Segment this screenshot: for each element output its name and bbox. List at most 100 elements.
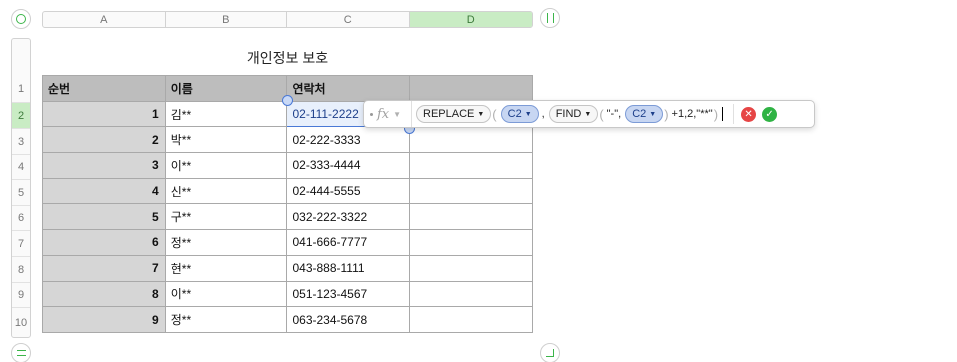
cell-reference-token[interactable]: C2 ▼ — [500, 105, 539, 123]
cell-d[interactable] — [409, 203, 533, 231]
cell-d[interactable] — [409, 152, 533, 179]
cell-contact[interactable]: 02-333-4444 — [286, 152, 411, 179]
dropdown-triangle-icon: ▼ — [649, 110, 657, 118]
cell-name[interactable]: 박** — [164, 126, 288, 154]
function-name: REPLACE — [423, 108, 475, 120]
row-header-3[interactable]: 3 — [12, 128, 30, 154]
row-header-5[interactable]: 5 — [12, 179, 30, 205]
paren-open-icon: ( — [492, 106, 497, 122]
selection-handle-top[interactable] — [282, 95, 293, 106]
text-cursor — [722, 107, 724, 121]
column-header-d[interactable]: D — [409, 12, 532, 27]
column-header-c[interactable]: C — [287, 12, 410, 27]
cell-name[interactable]: 김** — [164, 100, 288, 128]
string-argument: "-", — [606, 108, 622, 120]
add-row-handle[interactable] — [11, 343, 31, 362]
formula-separator: , — [541, 108, 545, 120]
paren-close-icon: ) — [713, 106, 719, 122]
row-header-4[interactable]: 4 — [12, 154, 30, 179]
table-row: 9 정** 063-234-5678 — [42, 306, 533, 333]
row-header-7[interactable]: 7 — [12, 230, 30, 256]
row-header-2[interactable]: 2 — [12, 102, 30, 128]
function-name: FIND — [555, 108, 582, 120]
row-header-9[interactable]: 9 — [12, 282, 30, 307]
table-row: 3 이** 02-333-4444 — [42, 152, 533, 179]
cell-number[interactable]: 9 — [42, 306, 166, 333]
header-cell-contact[interactable]: 연락처 — [286, 75, 411, 102]
dropdown-triangle-icon: ▼ — [584, 110, 592, 118]
cell-d[interactable] — [409, 126, 533, 154]
function-token-replace[interactable]: REPLACE ▼ — [416, 105, 492, 123]
spreadsheet-canvas: A B C D 1 2 3 4 5 6 7 8 9 10 개인정보 보호 순번 … — [0, 0, 957, 362]
chevron-down-icon: ▼ — [393, 109, 402, 119]
cell-d[interactable] — [409, 229, 533, 256]
header-cell-number[interactable]: 순번 — [42, 75, 166, 102]
function-token-find[interactable]: FIND ▼ — [548, 105, 599, 123]
cell-number[interactable]: 4 — [42, 177, 166, 205]
cell-name[interactable]: 이** — [164, 280, 288, 308]
table-row: 2 박** 02-222-3333 — [42, 126, 533, 154]
cell-contact[interactable]: 02-444-5555 — [286, 177, 411, 205]
table-row: 4 신** 02-444-5555 — [42, 177, 533, 205]
dropdown-triangle-icon: ▼ — [524, 110, 532, 118]
paren-open-icon: ( — [599, 106, 604, 122]
fx-icon: fx — [377, 106, 390, 122]
header-cell-name[interactable]: 이름 — [164, 75, 288, 102]
reference-label: C2 — [507, 108, 522, 120]
table-title[interactable]: 개인정보 보호 — [42, 48, 533, 68]
cell-name[interactable]: 정** — [164, 306, 288, 333]
cell-name[interactable]: 구** — [164, 203, 288, 231]
cell-number[interactable]: 1 — [42, 100, 166, 128]
reference-label: C2 — [632, 108, 647, 120]
cell-d[interactable] — [409, 280, 533, 308]
row-header-1[interactable]: 1 — [12, 76, 30, 102]
cell-d[interactable] — [409, 177, 533, 205]
formula-editor[interactable]: fx ▼ REPLACE ▼ ( C2 ▼ , FIND ▼ ( "-", C2… — [363, 100, 815, 128]
row-header-10[interactable]: 10 — [12, 307, 30, 337]
row-header-6[interactable]: 6 — [12, 205, 30, 230]
cell-contact[interactable]: 032-222-3322 — [286, 203, 411, 231]
cell-contact[interactable]: 043-888-1111 — [286, 254, 411, 282]
table-row: 5 구** 032-222-3322 — [42, 203, 533, 231]
cell-name[interactable]: 정** — [164, 229, 288, 256]
cell-number[interactable]: 2 — [42, 126, 166, 154]
confirm-icon[interactable]: ✓ — [762, 106, 778, 122]
dropdown-triangle-icon: ▼ — [477, 110, 485, 118]
cell-d[interactable] — [409, 306, 533, 333]
header-cell-d[interactable] — [409, 75, 533, 102]
divider — [733, 104, 735, 124]
row-header-8[interactable]: 8 — [12, 256, 30, 282]
table-row: 6 정** 041-666-7777 — [42, 229, 533, 256]
table-row: 7 현** 043-888-1111 — [42, 254, 533, 282]
cell-number[interactable]: 3 — [42, 152, 166, 179]
cell-contact[interactable]: 051-123-4567 — [286, 280, 411, 308]
cell-number[interactable]: 5 — [42, 203, 166, 231]
cell-d[interactable] — [409, 254, 533, 282]
cell-number[interactable]: 7 — [42, 254, 166, 282]
paren-close-icon: ) — [664, 106, 669, 122]
cell-contact[interactable]: 02-222-3333 — [286, 126, 411, 154]
add-column-handle[interactable] — [540, 8, 560, 28]
cell-contact[interactable]: 041-666-7777 — [286, 229, 411, 256]
row-header-bar: 1 2 3 4 5 6 7 8 9 10 — [11, 38, 31, 338]
resize-table-handle[interactable] — [540, 343, 560, 362]
formula-tail: +1,2,"**" — [671, 108, 713, 120]
cell-name[interactable]: 이** — [164, 152, 288, 179]
column-header-b[interactable]: B — [166, 12, 287, 27]
cell-reference-token[interactable]: C2 ▼ — [625, 105, 664, 123]
cell-number[interactable]: 6 — [42, 229, 166, 256]
column-handle-icon — [546, 13, 554, 23]
cell-number[interactable]: 8 — [42, 280, 166, 308]
row-handle-icon — [16, 350, 26, 356]
cell-name[interactable]: 현** — [164, 254, 288, 282]
function-menu[interactable]: fx ▼ — [364, 101, 412, 127]
drag-dot-icon — [370, 112, 373, 116]
cell-contact[interactable]: 063-234-5678 — [286, 306, 411, 333]
table-row: 8 이** 051-123-4567 — [42, 280, 533, 308]
column-header-a[interactable]: A — [43, 12, 166, 27]
column-header-bar: A B C D — [42, 11, 533, 28]
cell-name[interactable]: 신** — [164, 177, 288, 205]
select-all-icon — [16, 14, 26, 24]
select-all-handle[interactable] — [11, 9, 31, 29]
cancel-icon[interactable]: ✕ — [741, 106, 757, 122]
